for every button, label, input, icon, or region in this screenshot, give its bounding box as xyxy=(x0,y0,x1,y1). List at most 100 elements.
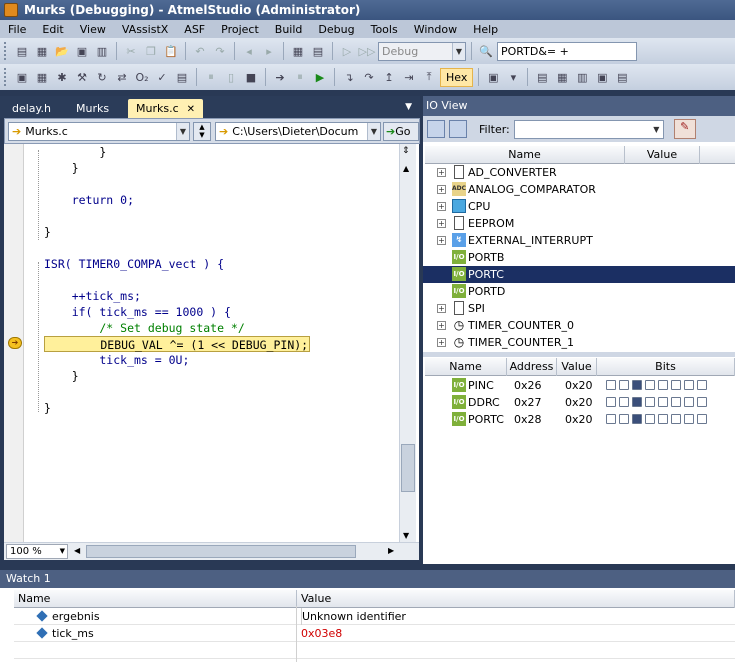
reg-col-address[interactable]: Address xyxy=(507,358,557,376)
menu-project[interactable]: Project xyxy=(213,23,267,36)
watch-row-empty[interactable] xyxy=(14,642,735,659)
paste-icon[interactable]: 📋 xyxy=(162,42,180,60)
menu-help[interactable]: Help xyxy=(465,23,506,36)
open-folder-icon[interactable]: 📂 xyxy=(53,42,71,60)
navigate-back-icon[interactable]: ◂ xyxy=(240,42,258,60)
rebuild-icon[interactable]: ✱ xyxy=(53,68,71,86)
chevron-down-icon[interactable]: ▼ xyxy=(176,123,189,140)
save-all-icon[interactable]: ▥ xyxy=(93,42,111,60)
register-bit[interactable] xyxy=(671,414,681,424)
register-bit[interactable] xyxy=(632,414,642,424)
menu-tools[interactable]: Tools xyxy=(363,23,406,36)
reset-icon[interactable]: ⤒ xyxy=(420,68,438,86)
scroll-down-icon[interactable]: ▼ xyxy=(403,531,409,540)
register-bit[interactable] xyxy=(658,414,668,424)
register-bit[interactable] xyxy=(606,414,616,424)
breakpoints-window-icon[interactable]: ▣ xyxy=(484,68,502,86)
io-tree-item-selected[interactable]: I/O PORTC xyxy=(423,266,735,283)
spellcheck-icon[interactable]: ✓ xyxy=(153,68,171,86)
menu-vassistx[interactable]: VAssistX xyxy=(114,23,176,36)
register-bit[interactable] xyxy=(645,397,655,407)
tab-delay-h[interactable]: delay.h xyxy=(4,99,59,118)
reg-col-bits[interactable]: Bits xyxy=(597,358,735,376)
zoom-select[interactable]: 100 % ▼ xyxy=(6,544,68,559)
save-icon[interactable]: ▣ xyxy=(73,42,91,60)
io-col-value[interactable]: Value xyxy=(625,146,700,164)
register-bit[interactable] xyxy=(619,380,629,390)
file-member-select[interactable]: ➔ Murks.c ▼ xyxy=(8,122,190,141)
menu-edit[interactable]: Edit xyxy=(34,23,71,36)
io-col-name[interactable]: Name xyxy=(425,146,625,164)
go-button[interactable]: ➔Go xyxy=(383,122,419,141)
io-tree-item[interactable]: + ADC ANALOG_COMPARATOR xyxy=(423,181,735,198)
toolbar-grip[interactable] xyxy=(4,68,8,86)
scroll-up-icon[interactable]: ▲ xyxy=(403,164,409,173)
step-into-icon[interactable]: ↴ xyxy=(340,68,358,86)
break-icon[interactable]: ▯ xyxy=(222,68,240,86)
expand-icon[interactable]: + xyxy=(437,304,446,313)
io-tree-item[interactable]: + SPI xyxy=(423,300,735,317)
register-bit[interactable] xyxy=(645,380,655,390)
new-project-icon[interactable]: ▤ xyxy=(13,42,31,60)
refresh-icon[interactable]: ↻ xyxy=(93,68,111,86)
tab-overflow-icon[interactable]: ▼ xyxy=(405,102,412,112)
tab-murks-c[interactable]: Murks.c ✕ xyxy=(128,99,204,118)
menu-window[interactable]: Window xyxy=(406,23,465,36)
register-bit[interactable] xyxy=(671,380,681,390)
register-bit[interactable] xyxy=(606,397,616,407)
register-bit[interactable] xyxy=(658,397,668,407)
format-icon[interactable]: ▤ xyxy=(173,68,191,86)
scroll-left-icon[interactable]: ◀ xyxy=(74,546,80,555)
find-in-files-icon[interactable]: 🔍 xyxy=(477,42,495,60)
layout-horizontal-icon[interactable] xyxy=(427,120,445,138)
step-over-icon[interactable]: ↷ xyxy=(360,68,378,86)
watch-col-name[interactable]: Name xyxy=(14,590,297,608)
disassembly-icon[interactable]: ▤ xyxy=(533,68,551,86)
register-row[interactable]: I/O PINC 0x26 0x20 xyxy=(423,377,735,394)
outline-icon[interactable]: O₂ xyxy=(133,68,151,86)
io-view-icon[interactable]: ▤ xyxy=(613,68,631,86)
split-toggle[interactable]: ▲ ▼ xyxy=(193,122,211,141)
run-to-cursor-icon[interactable]: ⇥ xyxy=(400,68,418,86)
reg-col-value[interactable]: Value xyxy=(557,358,597,376)
chevron-down-icon[interactable]: ▼ xyxy=(649,120,663,138)
expand-icon[interactable]: + xyxy=(437,321,446,330)
register-bit[interactable] xyxy=(684,414,694,424)
menu-asf[interactable]: ASF xyxy=(176,23,213,36)
clean-icon[interactable]: ⚒ xyxy=(73,68,91,86)
register-bit[interactable] xyxy=(697,414,707,424)
chevron-down-icon[interactable]: ▾ xyxy=(504,68,522,86)
step-out-icon[interactable]: ↥ xyxy=(380,68,398,86)
continue-icon[interactable]: ▶ xyxy=(311,68,329,86)
register-bit[interactable] xyxy=(684,397,694,407)
registers-window-icon[interactable]: ▥ xyxy=(573,68,591,86)
panel-splitter[interactable] xyxy=(423,352,735,357)
toolbar-grip[interactable] xyxy=(4,42,8,60)
layout-vertical-icon[interactable] xyxy=(449,120,467,138)
find-combo[interactable]: PORTD&= + xyxy=(497,41,637,61)
solution-config-select[interactable]: Debug ▼ xyxy=(378,41,466,61)
device-programming-icon[interactable]: ▣ xyxy=(13,68,31,86)
redo-icon[interactable]: ↷ xyxy=(211,42,229,60)
filter-input[interactable]: ▼ xyxy=(513,119,664,139)
register-row[interactable]: I/O DDRC 0x27 0x20 xyxy=(423,394,735,411)
expand-icon[interactable]: + xyxy=(437,185,446,194)
chevron-down-icon[interactable]: ▼ xyxy=(452,42,465,60)
copy-icon[interactable]: ❐ xyxy=(142,42,160,60)
io-tree-item[interactable]: + ↯ EXTERNAL_INTERRUPT xyxy=(423,232,735,249)
menu-file[interactable]: File xyxy=(0,23,34,36)
horizontal-scroll-thumb[interactable] xyxy=(86,545,356,558)
solution-explorer-icon[interactable]: ▦ xyxy=(289,42,307,60)
register-bit[interactable] xyxy=(606,380,616,390)
pause-icon[interactable]: ⏸ xyxy=(291,68,309,86)
add-item-icon[interactable]: ▦ xyxy=(33,42,51,60)
register-bit[interactable] xyxy=(645,414,655,424)
menu-debug[interactable]: Debug xyxy=(310,23,362,36)
pause-all-icon[interactable]: ⏸ xyxy=(202,68,220,86)
cut-icon[interactable]: ✂ xyxy=(122,42,140,60)
watch-row[interactable]: tick_ms 0x03e8 xyxy=(14,625,735,642)
path-select[interactable]: ➔ C:\Users\Dieter\Docum ▼ xyxy=(215,122,381,141)
stop-debugging-icon[interactable]: ■ xyxy=(242,68,260,86)
register-bit[interactable] xyxy=(697,397,707,407)
expand-icon[interactable]: + xyxy=(437,219,446,228)
